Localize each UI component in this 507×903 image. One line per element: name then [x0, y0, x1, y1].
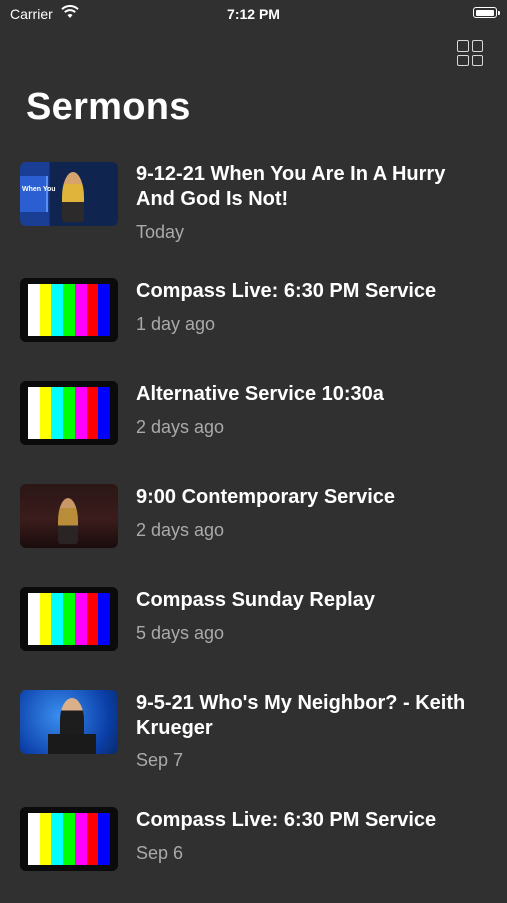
- sermon-title: 9-5-21 Who's My Neighbor? - Keith Kruege…: [136, 692, 466, 739]
- sermon-title: 9-12-21 When You Are In A Hurry And God …: [136, 163, 446, 210]
- sermon-date: Today: [136, 222, 185, 242]
- status-bar: Carrier 7:12 PM: [0, 0, 507, 28]
- grid-icon[interactable]: [457, 40, 483, 66]
- sermon-list-item[interactable]: When You 9-12-21 When You Are In A Hurry…: [0, 160, 507, 256]
- sermon-title: Compass Live: 6:30 PM Service: [136, 809, 437, 831]
- sermon-date: Sep 7: [136, 750, 184, 770]
- sermon-list-item[interactable]: Compass Live: 6:30 PM Service 1 day ago: [0, 278, 507, 374]
- color-bars-thumbnail: [20, 807, 118, 871]
- sermon-thumbnail: [20, 690, 118, 754]
- podium-image: [48, 734, 96, 754]
- sermon-title: 9:00 Contemporary Service: [136, 486, 396, 508]
- sermon-date: 5 days ago: [136, 623, 225, 643]
- clock: 7:12 PM: [227, 6, 280, 22]
- sermon-date: 2 days ago: [136, 417, 225, 437]
- sermon-thumbnail: When You: [20, 162, 118, 226]
- sermon-thumbnail: [20, 484, 118, 548]
- slide-text: When You: [22, 186, 56, 193]
- sermon-date: 1 day ago: [136, 314, 216, 334]
- sermon-list-item[interactable]: 9-5-21 Who's My Neighbor? - Keith Kruege…: [0, 690, 507, 786]
- sermon-date: Sep 6: [136, 843, 184, 863]
- page-title: Sermons: [26, 86, 191, 128]
- speaker-image: [62, 172, 84, 222]
- color-bars-thumbnail: [20, 381, 118, 445]
- color-bars-thumbnail: [20, 587, 118, 651]
- sermon-title: Compass Sunday Replay: [136, 589, 375, 611]
- battery-icon: [473, 7, 500, 18]
- speaker-image: [58, 498, 78, 544]
- sermon-list-item[interactable]: 9:00 Contemporary Service 2 days ago: [0, 484, 507, 580]
- slide-image: [20, 176, 48, 212]
- sermon-list-item[interactable]: Alternative Service 10:30a 2 days ago: [0, 381, 507, 477]
- sermon-title: Alternative Service 10:30a: [136, 383, 384, 405]
- sermon-date: 2 days ago: [136, 520, 225, 540]
- sermon-list-item[interactable]: Compass Live: 6:30 PM Service Sep 6: [0, 807, 507, 903]
- sermon-list-item[interactable]: Compass Sunday Replay 5 days ago: [0, 587, 507, 683]
- sermon-title: Compass Live: 6:30 PM Service: [136, 280, 437, 302]
- color-bars-thumbnail: [20, 278, 118, 342]
